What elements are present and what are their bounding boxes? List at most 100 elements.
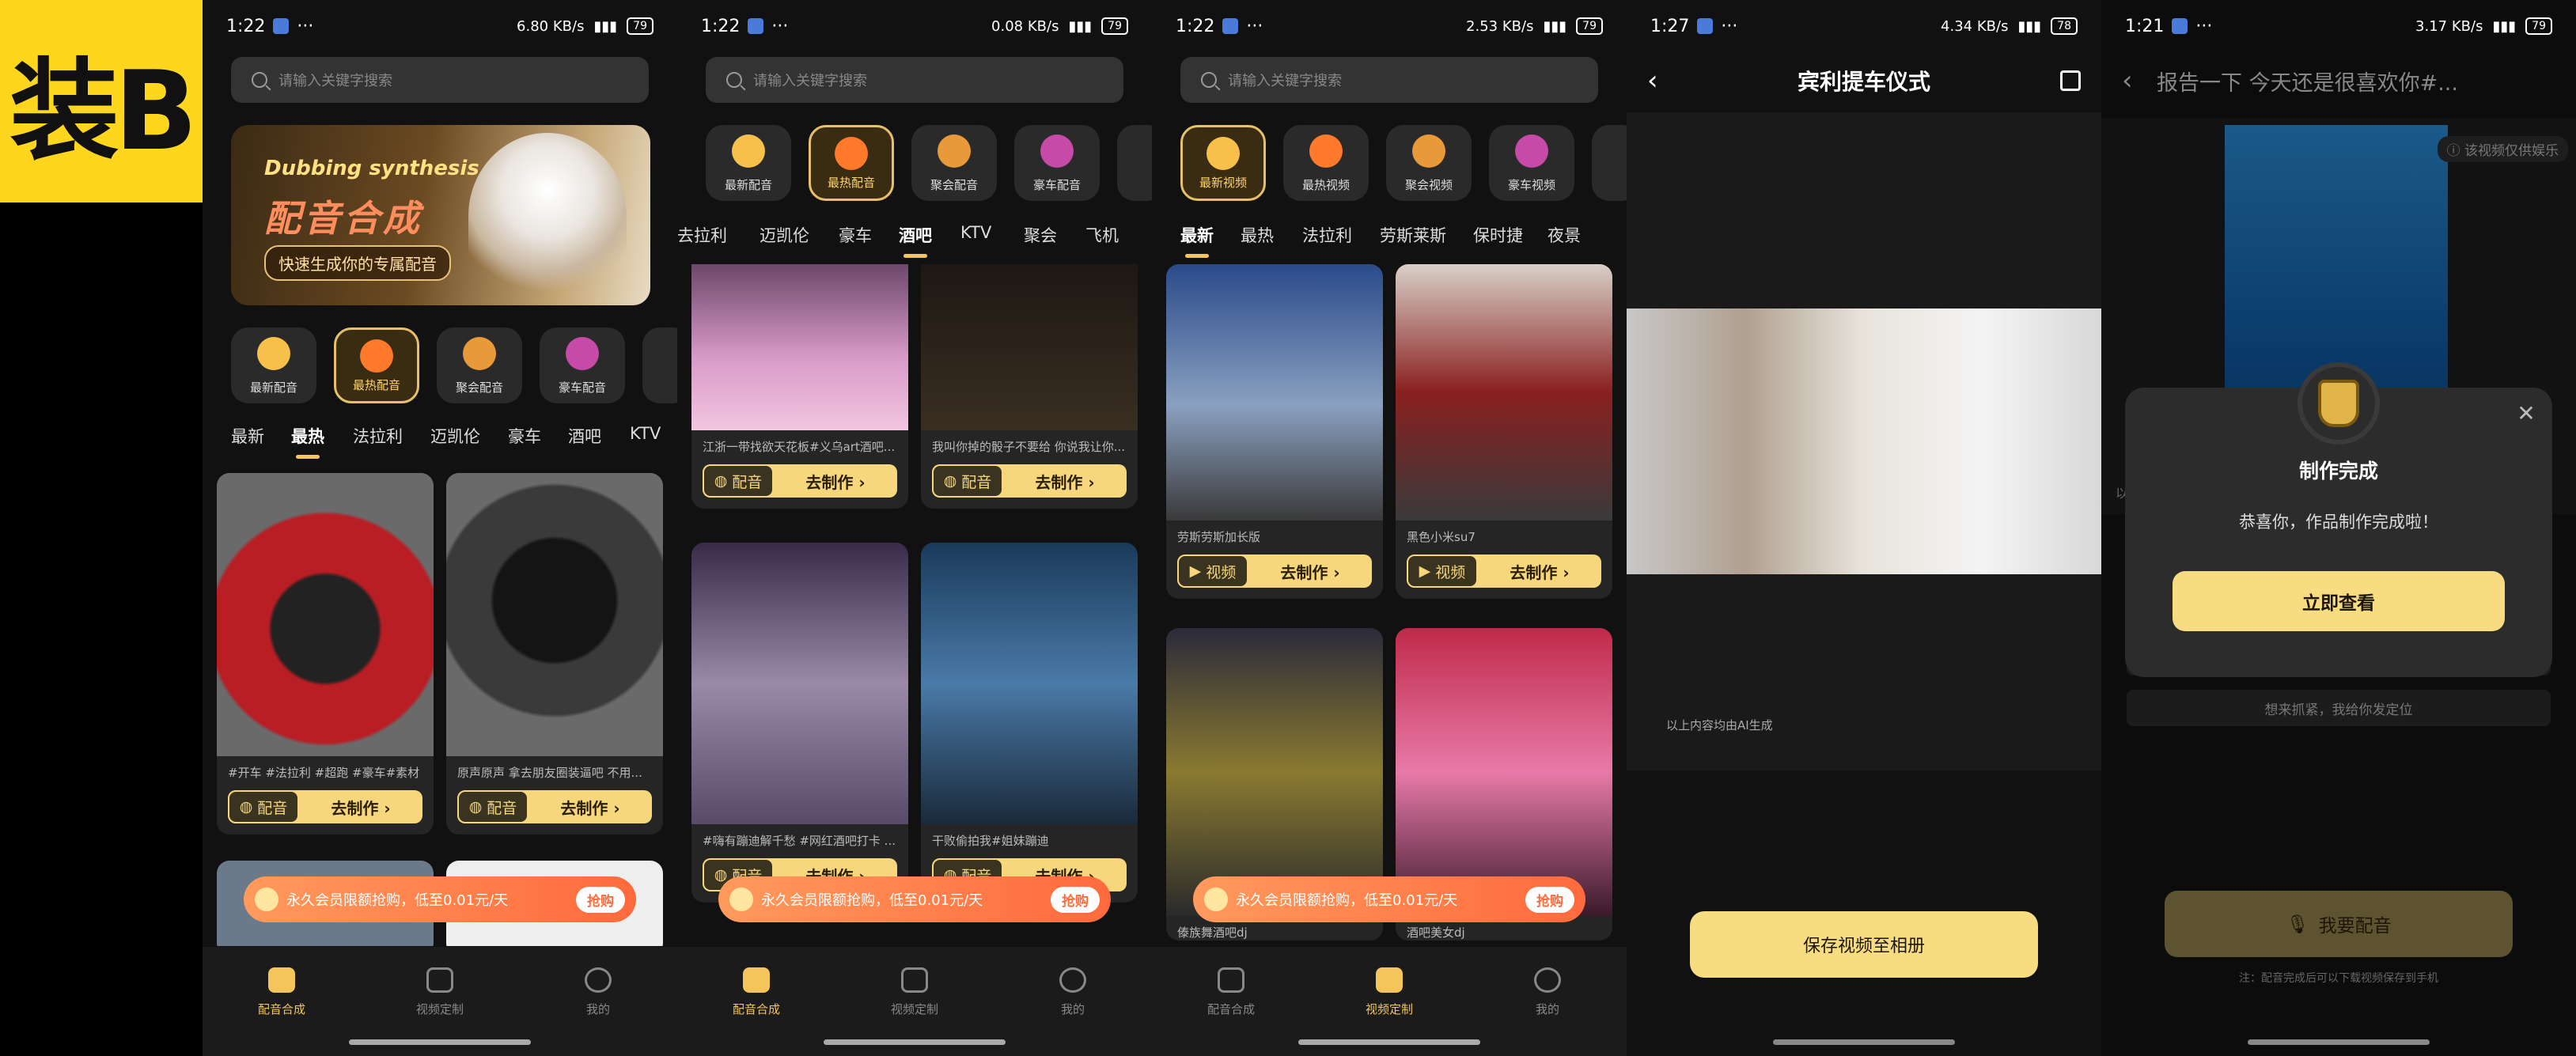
category-more[interactable]	[1117, 125, 1152, 201]
category-luxury-car-video[interactable]: 豪车视频	[1489, 125, 1574, 201]
list-item[interactable]: #开车 #法拉利 #超跑 #豪车#素材 ◍ 配音 去制作 ›	[217, 473, 434, 835]
nav-dubbing[interactable]: 配音合成	[709, 967, 804, 1017]
mic-icon: 🎙	[2286, 914, 2309, 935]
tab-rolls-royce[interactable]: 劳斯莱斯	[1380, 223, 1446, 247]
banner-illustration	[468, 133, 627, 299]
status-bar: 1:21 ··· 3.17 KB/s ▮▮▮ 79	[2101, 0, 2576, 52]
tag-tabs: 最新 最热 法拉利 迈凯伦 豪车 酒吧 KTV	[203, 424, 677, 464]
category-luxury-car[interactable]: 豪车配音	[540, 327, 625, 403]
signal-icon: ▮▮▮	[593, 17, 618, 35]
nav-mine[interactable]: 我的	[1500, 967, 1595, 1017]
list-item[interactable]: 干败偷拍我#姐妹蹦迪 ◍配音去制作 ›	[921, 543, 1138, 903]
make-button[interactable]: 去制作 ›	[1248, 560, 1372, 583]
video-tag: ▶ 视频	[1407, 554, 1478, 588]
tab-mclaren[interactable]: 迈凯伦	[760, 223, 809, 247]
nav-mine[interactable]: 我的	[551, 967, 646, 1017]
dub-tag: ◍配音	[703, 464, 774, 498]
tab-luxury-car[interactable]: 豪车	[839, 223, 872, 247]
category-hottest[interactable]: 最热配音	[334, 327, 419, 403]
list-item[interactable]: 原声原声 拿去朋友圈装逼吧 不用... ◍ 配音 去制作 ›	[446, 473, 663, 835]
page-header: ‹ 报告一下 今天还是很喜欢你#...	[2101, 52, 2576, 109]
list-item[interactable]: #嗨有蹦迪解千愁 #网红酒吧打卡 ... ◍配音去制作 ›	[691, 543, 908, 903]
nav-dubbing[interactable]: 配音合成	[234, 967, 329, 1017]
save-video-button[interactable]: 保存视频至相册	[1690, 911, 2038, 978]
tab-mclaren[interactable]: 迈凯伦	[430, 424, 480, 448]
category-hottest-video[interactable]: 最热视频	[1283, 125, 1369, 201]
buy-button[interactable]: 抢购	[576, 886, 625, 913]
video-player[interactable]: 以上内容均由AI生成	[1627, 112, 2101, 770]
view-now-button[interactable]: 立即查看	[2173, 571, 2505, 631]
play-icon: ▶	[1189, 562, 1202, 580]
mic-icon: ◍	[468, 798, 483, 816]
nav-video[interactable]: 视频定制	[867, 967, 962, 1017]
chart-icon	[1218, 967, 1244, 993]
category-party[interactable]: 聚会配音	[911, 125, 997, 201]
category-party-video[interactable]: 聚会视频	[1386, 125, 1472, 201]
vip-promo-banner[interactable]: 永久会员限额抢购，低至0.01元/天 抢购	[244, 876, 636, 922]
close-icon[interactable]: ✕	[2514, 402, 2538, 426]
app-notification-icon	[1697, 18, 1714, 34]
search-icon	[1201, 72, 1217, 88]
list-item[interactable]: 黑色小米su7 ▶ 视频 去制作 ›	[1396, 264, 1612, 599]
list-item[interactable]: 我叫你掉的骰子不要给 你说我让你... ◍ 配音 去制作 ›	[921, 264, 1138, 509]
nav-video[interactable]: 视频定制	[392, 967, 487, 1017]
video-frame[interactable]	[1627, 308, 2101, 574]
list-item[interactable]: 江浙一带找欲天花板#义乌art酒吧... ◍ 配音 去制作 ›	[691, 264, 908, 509]
make-button[interactable]: 去制作 ›	[1003, 470, 1127, 493]
video-icon	[901, 967, 928, 993]
medal-icon	[2298, 362, 2380, 445]
dub-button[interactable]: 🎙 我要配音	[2165, 891, 2513, 957]
nav-video[interactable]: 视频定制	[1342, 967, 1437, 1017]
home-indicator	[824, 1039, 1006, 1045]
category-newest[interactable]: 最新配音	[231, 327, 316, 403]
search-input[interactable]: 请输入关键字搜索	[1180, 57, 1598, 103]
category-party[interactable]: 聚会配音	[437, 327, 522, 403]
tab-night-view[interactable]: 夜景	[1547, 223, 1581, 247]
search-input[interactable]: 请输入关键字搜索	[706, 57, 1123, 103]
tab-plane[interactable]: 飞机	[1085, 223, 1119, 247]
tab-hottest[interactable]: 最热	[1241, 223, 1274, 247]
tab-party[interactable]: 聚会	[1024, 223, 1057, 247]
tab-luxury-car[interactable]: 豪车	[508, 424, 541, 448]
make-button[interactable]: 去制作 ›	[1478, 560, 1601, 583]
make-button[interactable]: 去制作 ›	[528, 796, 652, 819]
category-luxury-car[interactable]: 豪车配音	[1014, 125, 1100, 201]
tab-newest[interactable]: 最新	[231, 424, 264, 448]
category-more[interactable]	[642, 327, 677, 403]
category-newest[interactable]: 最新配音	[706, 125, 791, 201]
search-input[interactable]: 请输入关键字搜索	[231, 57, 649, 103]
vip-promo-banner[interactable]: 永久会员限额抢购，低至0.01元/天 抢购	[1193, 876, 1585, 922]
status-bar: 1:22 ··· 2.53 KB/s ▮▮▮ 79	[1152, 0, 1627, 52]
nav-dubbing[interactable]: 配音合成	[1184, 967, 1279, 1017]
profile-icon	[1059, 967, 1086, 993]
tab-ktv[interactable]: KTV	[960, 223, 991, 242]
card-thumbnail	[1396, 628, 1612, 916]
category-row: 最新配音 最热配音 聚会配音 豪车配音	[203, 327, 677, 410]
back-icon[interactable]: ‹	[2122, 65, 2133, 97]
tab-ferrari[interactable]: 法拉利	[1302, 223, 1352, 247]
share-icon[interactable]	[2060, 70, 2081, 91]
chart-icon	[268, 967, 295, 993]
tab-porsche[interactable]: 保时捷	[1473, 223, 1523, 247]
buy-button[interactable]: 抢购	[1051, 886, 1100, 913]
tab-bar[interactable]: 酒吧	[899, 223, 932, 247]
status-bar: 1:22 ··· 0.08 KB/s ▮▮▮ 79	[677, 0, 1152, 52]
tab-ferrari[interactable]: 去拉利	[677, 223, 727, 247]
tab-hottest[interactable]: 最热	[291, 424, 324, 448]
list-item[interactable]: 劳斯劳斯加长版 ▶ 视频 去制作 ›	[1166, 264, 1383, 599]
category-newest-video[interactable]: 最新视频	[1180, 125, 1266, 201]
category-hottest[interactable]: 最热配音	[809, 125, 894, 201]
tab-bar[interactable]: 酒吧	[568, 424, 601, 448]
card-thumbnail	[921, 543, 1138, 824]
tab-ktv[interactable]: KTV	[630, 424, 661, 443]
dubbing-banner[interactable]: Dubbing synthesis 配音合成 快速生成你的专属配音	[231, 125, 650, 305]
nav-mine[interactable]: 我的	[1025, 967, 1120, 1017]
category-more[interactable]	[1592, 125, 1627, 201]
vip-promo-banner[interactable]: 永久会员限额抢购，低至0.01元/天 抢购	[718, 876, 1111, 922]
tab-ferrari[interactable]: 法拉利	[353, 424, 403, 448]
make-button[interactable]: 去制作 ›	[299, 796, 422, 819]
tab-newest[interactable]: 最新	[1180, 223, 1214, 247]
make-button[interactable]: 去制作 ›	[774, 470, 897, 493]
buy-button[interactable]: 抢购	[1525, 886, 1574, 913]
back-icon[interactable]: ‹	[1647, 65, 1658, 97]
